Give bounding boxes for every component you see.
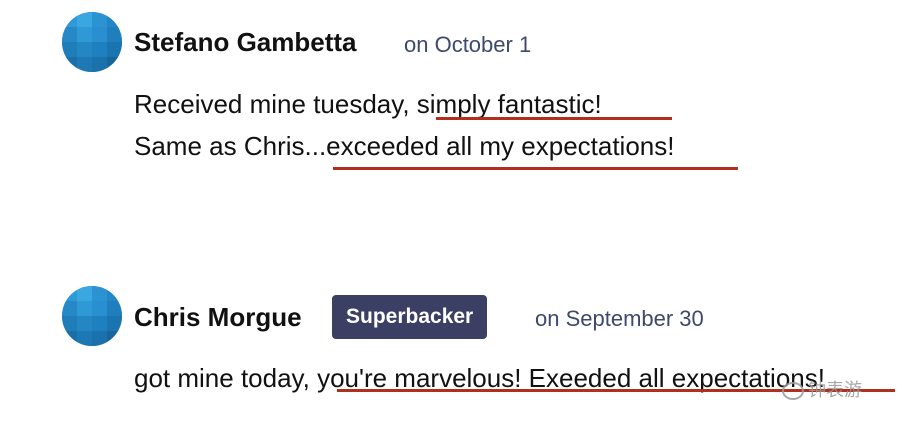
avatar-icon xyxy=(62,286,122,346)
watermark: 钟表游 xyxy=(782,376,862,402)
superbacker-badge: Superbacker xyxy=(332,295,488,339)
watermark-text: 钟表游 xyxy=(808,380,862,400)
chat-bubble-icon xyxy=(782,382,804,401)
comment-item: Chris Morgue Superbacker on September 30… xyxy=(0,0,920,434)
avatar[interactable] xyxy=(62,286,122,346)
comment-author[interactable]: Chris Morgue xyxy=(134,302,302,333)
comment-date: on September 30 xyxy=(535,306,704,331)
